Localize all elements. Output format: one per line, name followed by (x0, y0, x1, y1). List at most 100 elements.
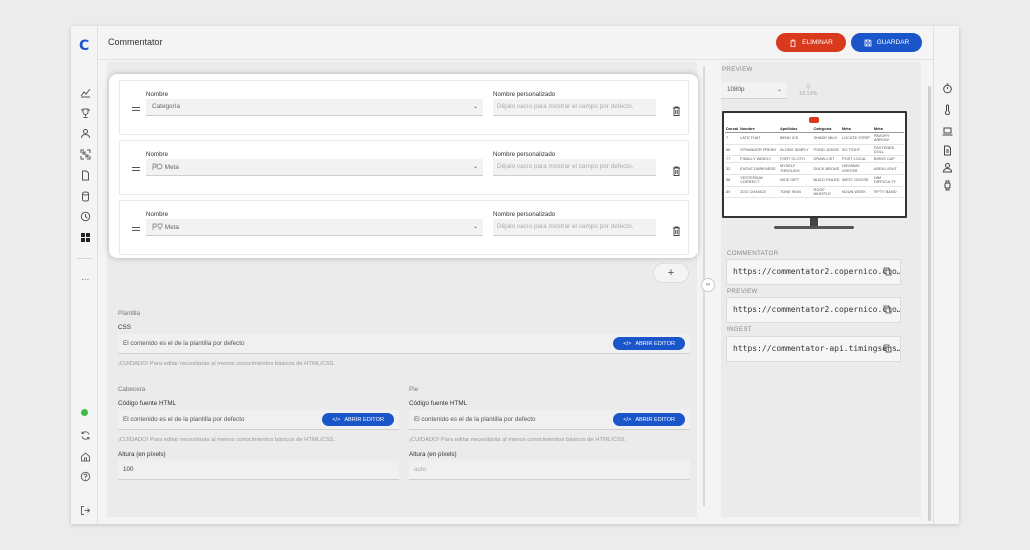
custom-name-input[interactable]: Déjalo vacío para mostrar el campo por d… (493, 159, 656, 176)
field-row: Nombre Categoría ⌄ Nombre personalizado … (119, 80, 689, 135)
header-height-input[interactable]: 100 (118, 460, 399, 480)
table-cell: STRANGER FRESH (739, 144, 779, 157)
footer-html-field: El contenido es el de la plantilla por d… (409, 410, 690, 430)
table-cell: YESTERDAY CORRECT (739, 174, 779, 187)
field-name-select[interactable]: Meta ⌄ (146, 219, 483, 236)
css-value: El contenido es el de la plantilla por d… (123, 340, 245, 347)
drag-handle-icon[interactable] (132, 167, 140, 171)
header-html-field: El contenido es el de la plantilla por d… (118, 410, 399, 430)
table-cell: BUILD FAILED (812, 174, 841, 187)
table-cell: FINALLY WIDELY (739, 155, 779, 164)
collapse-toggle[interactable]: ‹› (701, 278, 715, 292)
field-name-label: Nombre (146, 151, 169, 158)
trash-icon[interactable] (672, 223, 681, 241)
copy-icon[interactable] (883, 305, 892, 316)
copy-icon[interactable] (883, 267, 892, 278)
open-header-editor-button[interactable]: </> ABRIR EDITOR (322, 413, 394, 426)
table-cell: AREA LIGHT (872, 162, 904, 176)
table-cell: SO TIGHT (840, 144, 873, 157)
table-row: 32 EVENT DARKNESS MYSELF THROUGH DUCK BROKE… (725, 162, 904, 176)
css-field: El contenido es el de la plantilla por d… (118, 334, 690, 354)
preview-url[interactable]: https://commentator2.copernico.clo… (726, 297, 901, 323)
scrollbar[interactable] (928, 86, 931, 521)
save-button[interactable]: GUARDAR (851, 33, 922, 52)
table-cell: NICE GIFT (778, 174, 813, 187)
field-row: Nombre Meta ⌄ Nombre personalizado Déjal… (119, 140, 689, 195)
logout-icon[interactable] (79, 504, 91, 516)
document-icon[interactable] (941, 144, 953, 156)
brand-logo (809, 117, 819, 123)
css-warning: ¡CUIDADO! Para editar necesitarás al men… (118, 361, 336, 367)
table-cell: FORT CLOTH (778, 155, 813, 164)
delete-label: ELIMINAR (802, 39, 833, 46)
flag-trophy-icon (152, 223, 163, 230)
user-icon[interactable] (79, 127, 91, 139)
editor-label: ABRIR EDITOR (344, 416, 384, 423)
thermometer-icon[interactable] (941, 103, 953, 115)
table-cell: DRAW LIST (812, 155, 841, 164)
trash-icon[interactable] (672, 103, 681, 121)
help-icon[interactable] (79, 470, 91, 482)
table-cell: BIRDS CAP (872, 155, 904, 164)
watch-icon[interactable] (941, 179, 953, 191)
copy-icon[interactable] (883, 344, 892, 355)
custom-name-label: Nombre personalizado (493, 211, 556, 218)
col-header: Meta (840, 125, 873, 133)
header-html-value: El contenido es el de la plantilla por d… (123, 416, 245, 423)
table-cell: POND JUDGE (812, 144, 841, 157)
custom-name-input[interactable]: Déjalo vacío para mostrar el campo por d… (493, 219, 656, 236)
document-icon[interactable] (79, 169, 91, 181)
preview-screen: Dorsal Nombre Apellidos Categoría Meta M… (722, 111, 907, 218)
delete-button[interactable]: ELIMINAR (776, 33, 846, 52)
clock-icon[interactable] (79, 210, 91, 222)
resolution-value: 1080p (727, 86, 745, 93)
add-field-button[interactable]: + (653, 263, 689, 283)
monitor-base (774, 226, 854, 229)
save-icon (864, 39, 872, 46)
open-footer-editor-button[interactable]: </> ABRIR EDITOR (613, 413, 685, 426)
drag-handle-icon[interactable] (132, 107, 140, 111)
trash-icon[interactable] (672, 163, 681, 181)
table-cell: ZOO CHANCE (739, 186, 779, 199)
field-name-label: Nombre (146, 211, 169, 218)
chart-icon[interactable] (79, 86, 91, 98)
laptop-icon[interactable] (941, 125, 953, 137)
user-plus-icon[interactable] (941, 161, 953, 173)
commentator-url[interactable]: https://commentator2.copernico.clo… (726, 259, 901, 285)
grid-icon[interactable] (79, 231, 91, 243)
field-name-select[interactable]: Categoría ⌄ (146, 99, 483, 116)
url-text: https://commentator-api.timingsens… (733, 344, 901, 353)
timer-icon[interactable] (941, 82, 953, 94)
table-cell: DUCK BROKE (812, 162, 841, 176)
table-cell: POST LOCAL (840, 155, 873, 164)
qr-icon[interactable] (79, 148, 91, 160)
table-cell: ROOF WHISTLE (812, 186, 841, 199)
home-icon[interactable] (79, 450, 91, 462)
drag-handle-icon[interactable] (132, 227, 140, 231)
col-header: Nombre (739, 125, 779, 133)
field-name-select[interactable]: Meta ⌄ (146, 159, 483, 176)
app-logo[interactable]: C (79, 38, 89, 54)
right-sidebar (933, 26, 959, 524)
resolution-select[interactable]: 1080p ⌄ (721, 82, 787, 99)
table-header-row: Dorsal Nombre Apellidos Categoría Meta M… (725, 125, 904, 133)
custom-name-input[interactable]: Déjalo vacío para mostrar el campo por d… (493, 99, 656, 116)
table-cell: 58 (725, 174, 740, 187)
preview-table: Dorsal Nombre Apellidos Categoría Meta M… (725, 125, 904, 199)
ingest-url[interactable]: https://commentator-api.timingsens… (726, 336, 901, 362)
refresh-icon[interactable] (79, 429, 91, 441)
table-cell: SHADE MILK (812, 132, 841, 145)
more-menu[interactable]: ... (81, 272, 89, 283)
save-label: GUARDAR (876, 39, 910, 46)
open-css-editor-button[interactable]: </> ABRIR EDITOR (613, 337, 685, 350)
col-header: Dorsal (725, 125, 740, 133)
footer-height-input[interactable]: auto (409, 460, 690, 480)
col-header: Categoría (812, 125, 841, 133)
code-icon: </> (623, 416, 632, 423)
trophy-icon[interactable] (79, 107, 91, 119)
database-icon[interactable] (79, 190, 91, 202)
fields-list: Nombre Categoría ⌄ Nombre personalizado … (109, 74, 698, 258)
table-row: 58 YESTERDAY CORRECT NICE GIFT BUILD FAILED… (725, 174, 904, 187)
header-html-label: Código fuente HTML (118, 400, 177, 407)
code-icon: </> (623, 340, 632, 347)
